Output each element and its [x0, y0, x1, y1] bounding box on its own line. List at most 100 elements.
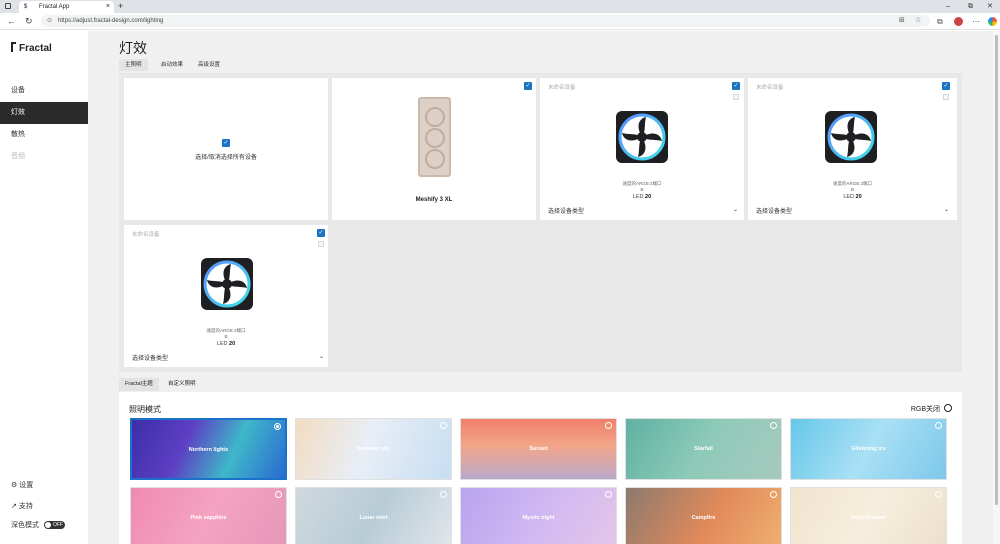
device-checkbox[interactable]: ✓ — [942, 82, 950, 90]
menu-dots-icon[interactable]: ⋯ — [972, 15, 980, 28]
section-title: 照明模式 — [129, 405, 161, 414]
sub-checkbox[interactable] — [733, 94, 739, 100]
radio-icon — [935, 491, 942, 498]
sub-checkbox[interactable] — [318, 241, 324, 247]
device-panel: ✓ 选择/取消选择所有设备 ✓ Meshify 3 XL 未命名设备 ✓ 速度的… — [119, 73, 962, 372]
radio-icon — [605, 422, 612, 429]
tab-title: Fractal App — [39, 4, 70, 10]
theme-card-lunar-mist[interactable]: Lunar mist — [295, 487, 452, 544]
device-title: 未命名设备 — [548, 85, 576, 91]
tab-actions-icon[interactable] — [5, 3, 11, 9]
case-fan-ring — [425, 107, 445, 127]
device-checkbox[interactable]: ✓ — [317, 229, 325, 237]
case-fan-ring — [425, 128, 445, 148]
browser-tab-bar: $ Fractal App × + – ⧉ ✕ — [0, 0, 1000, 13]
dark-mode-toggle[interactable]: OFF — [43, 521, 65, 530]
sub-checkbox[interactable] — [943, 94, 949, 100]
theme-card-glistering-ice[interactable]: Glistering ice — [790, 418, 947, 480]
fan-port: B — [850, 187, 854, 192]
radio-icon — [935, 422, 942, 429]
fan-device-card[interactable]: 未命名设备 ✓ 速度的ARGB 2端口 B LED 20 选择设备类型 ⌄ — [124, 225, 328, 367]
url-input[interactable]: ⊙ https://adjust.fractal-design.com/ligh… — [41, 15, 930, 27]
back-icon[interactable]: ← — [7, 15, 16, 28]
sidebar-item-audio[interactable]: 音频 — [0, 146, 88, 168]
gear-icon: ⚙ — [11, 482, 18, 489]
maximize-button[interactable]: ⧉ — [968, 0, 973, 13]
device-type-select[interactable]: 选择设备类型 — [756, 206, 792, 215]
page-scrollbar[interactable] — [993, 31, 1000, 544]
chevron-down-icon[interactable]: ⌄ — [319, 353, 324, 360]
theme-card-ancient-dawn[interactable]: Ancient dawn — [790, 487, 947, 544]
tab-startup-effect[interactable]: 启动效果 — [155, 59, 189, 71]
case-checkbox[interactable]: ✓ — [524, 82, 532, 90]
dark-mode-row: 深色模式 OFF — [11, 520, 65, 530]
address-bar: ← ↻ ⊙ https://adjust.fractal-design.com/… — [0, 13, 1000, 30]
led-count: LED 20 — [843, 194, 862, 200]
fan-icon — [827, 113, 875, 161]
browser-tab[interactable]: $ Fractal App × — [19, 1, 114, 13]
rgb-off-option[interactable]: RGB关闭 — [911, 404, 952, 414]
url-text: https://adjust.fractal-design.com/lighti… — [58, 18, 164, 24]
profile-avatar[interactable] — [954, 17, 963, 26]
external-link-icon: ↗ — [11, 503, 17, 510]
radio-icon — [770, 491, 777, 498]
theme-card-campfire[interactable]: Campfire — [625, 487, 782, 544]
translate-icon[interactable]: ⊞ — [899, 15, 905, 27]
lighting-mode-panel: 照明模式 RGB关闭 Northern lights Summer sky Su… — [119, 392, 962, 544]
radio-icon — [944, 404, 952, 412]
radio-icon — [605, 491, 612, 498]
tab-fractal-themes[interactable]: Fractal主题 — [119, 378, 159, 391]
fan-image — [201, 258, 253, 310]
fan-device-card[interactable]: 未命名设备 ✓ 速度的ARGB 2端口 B LED 20 选择设备类型 ⌄ — [748, 78, 957, 220]
refresh-icon[interactable]: ↻ — [25, 15, 33, 28]
bookmark-star-icon[interactable]: ☆ — [915, 15, 921, 27]
device-type-select[interactable]: 选择设备类型 — [548, 206, 584, 215]
theme-card-starfall[interactable]: Starfall — [625, 418, 782, 480]
fractal-logo: Fractal — [11, 42, 52, 54]
sidebar-item-devices[interactable]: 设备 — [0, 80, 88, 102]
minimize-button[interactable]: – — [946, 0, 950, 13]
select-all-card: ✓ 选择/取消选择所有设备 — [124, 78, 328, 220]
theme-card-sunset[interactable]: Sunset — [460, 418, 617, 480]
new-tab-button[interactable]: + — [118, 0, 123, 13]
device-title: 未命名设备 — [756, 85, 784, 91]
scrollbar-thumb[interactable] — [995, 35, 998, 505]
radio-icon — [770, 422, 777, 429]
close-window-button[interactable]: ✕ — [987, 0, 993, 13]
case-name: Meshify 3 XL — [415, 197, 453, 203]
select-all-checkbox[interactable]: ✓ — [222, 139, 230, 147]
device-type-select[interactable]: 选择设备类型 — [132, 353, 168, 362]
led-count: LED 20 — [632, 194, 652, 200]
fan-device-card[interactable]: 未命名设备 ✓ 速度的ARGB 2端口 B LED 20 选择设备类型 ⌄ — [540, 78, 744, 220]
led-count: LED 20 — [216, 341, 236, 347]
device-title: 未命名设备 — [132, 232, 160, 238]
fan-port: B — [224, 334, 228, 339]
select-all-label: 选择/取消选择所有设备 — [195, 155, 257, 161]
browser-assistant-icon[interactable] — [988, 17, 997, 26]
tab-close-icon[interactable]: × — [106, 1, 110, 13]
chevron-down-icon[interactable]: ⌄ — [944, 206, 949, 213]
case-card[interactable]: ✓ Meshify 3 XL — [332, 78, 536, 220]
theme-card-summer-sky[interactable]: Summer sky — [295, 418, 452, 480]
toggle-knob — [44, 522, 51, 529]
extensions-icon[interactable]: ⧉ — [937, 15, 943, 28]
fan-icon — [618, 113, 666, 161]
radio-icon — [274, 423, 281, 430]
tab-main-lighting[interactable]: 主照明 — [119, 59, 148, 71]
fan-image — [825, 111, 877, 163]
fan-icon — [203, 260, 251, 308]
tab-advanced-settings[interactable]: 高级设置 — [192, 59, 226, 71]
device-checkbox[interactable]: ✓ — [732, 82, 740, 90]
theme-card-northern-lights[interactable]: Northern lights — [130, 418, 287, 480]
tab-custom-lighting[interactable]: 自定义照明 — [162, 378, 202, 391]
settings-link[interactable]: ⚙ 设置 — [11, 480, 33, 490]
chevron-down-icon[interactable]: ⌄ — [733, 206, 738, 213]
fan-image — [616, 111, 668, 163]
theme-card-pink-sapphire[interactable]: Pink sapphire — [130, 487, 287, 544]
sidebar-item-cooling[interactable]: 散热 — [0, 124, 88, 146]
support-link[interactable]: ↗ 支持 — [11, 501, 33, 511]
sidebar-item-lighting[interactable]: 灯效 — [0, 102, 88, 124]
site-info-icon[interactable]: ⊙ — [47, 15, 52, 27]
theme-card-mystic-night[interactable]: Mystic night — [460, 487, 617, 544]
main-content: 灯效 主照明 启动效果 高级设置 ✓ 选择/取消选择所有设备 ✓ Meshify… — [88, 31, 993, 544]
